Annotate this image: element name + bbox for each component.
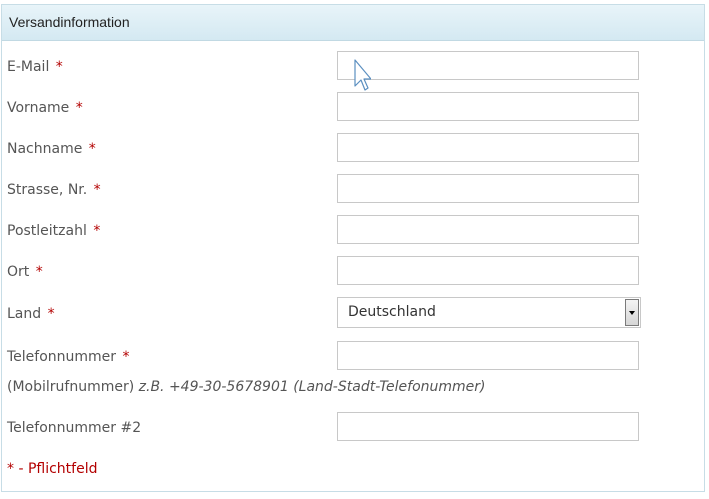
phone-hint: (Mobilrufnummer) z.B. +49-30-5678901 (La… — [7, 379, 486, 395]
street-label: Strasse, Nr. * — [7, 182, 101, 198]
phone-hint-prefix: (Mobilrufnummer) — [7, 379, 139, 395]
city-row: Ort * — [0, 256, 700, 288]
required-marker: * — [55, 59, 63, 75]
chevron-down-icon — [629, 311, 635, 315]
country-row: Land * Deutschland — [0, 297, 700, 329]
phone-row: Telefonnummer * — [0, 341, 700, 373]
lastname-row: Nachname * — [0, 133, 700, 165]
phone-field[interactable] — [337, 341, 639, 370]
street-field[interactable] — [337, 174, 639, 203]
phone2-field[interactable] — [337, 412, 639, 441]
required-marker: * — [35, 264, 43, 280]
required-field-legend: * - Pflichtfeld — [7, 461, 98, 477]
country-selected-value: Deutschland — [348, 304, 436, 320]
email-field[interactable] — [337, 51, 639, 80]
firstname-field[interactable] — [337, 92, 639, 121]
zip-row: Postleitzahl * — [0, 215, 700, 247]
city-field[interactable] — [337, 256, 639, 285]
required-marker: * — [75, 100, 83, 116]
required-marker: * — [93, 182, 101, 198]
city-label: Ort * — [7, 264, 43, 280]
phone-hint-example: z.B. +49-30-5678901 (Land-Stadt-Telefonu… — [138, 379, 486, 395]
lastname-label: Nachname * — [7, 141, 96, 157]
panel-header: Versandinformation — [2, 5, 704, 41]
lastname-field[interactable] — [337, 133, 639, 162]
country-select[interactable]: Deutschland — [337, 297, 641, 328]
dropdown-button[interactable] — [625, 299, 639, 326]
zip-label: Postleitzahl * — [7, 223, 101, 239]
phone2-row: Telefonnummer #2 — [0, 412, 700, 444]
phone2-label: Telefonnummer #2 — [7, 420, 142, 436]
phone-label: Telefonnummer * — [7, 349, 130, 365]
panel-title: Versandinformation — [9, 14, 130, 30]
street-row: Strasse, Nr. * — [0, 174, 700, 206]
country-label: Land * — [7, 306, 55, 322]
mouse-pointer-icon — [354, 59, 371, 91]
zip-field[interactable] — [337, 215, 639, 244]
required-marker: * — [47, 306, 55, 322]
email-row: E-Mail * — [0, 51, 700, 83]
email-label: E-Mail * — [7, 59, 63, 75]
firstname-row: Vorname * — [0, 92, 700, 124]
required-marker: * — [93, 223, 101, 239]
required-marker: * — [88, 141, 96, 157]
firstname-label: Vorname * — [7, 100, 83, 116]
required-marker: * — [122, 349, 130, 365]
